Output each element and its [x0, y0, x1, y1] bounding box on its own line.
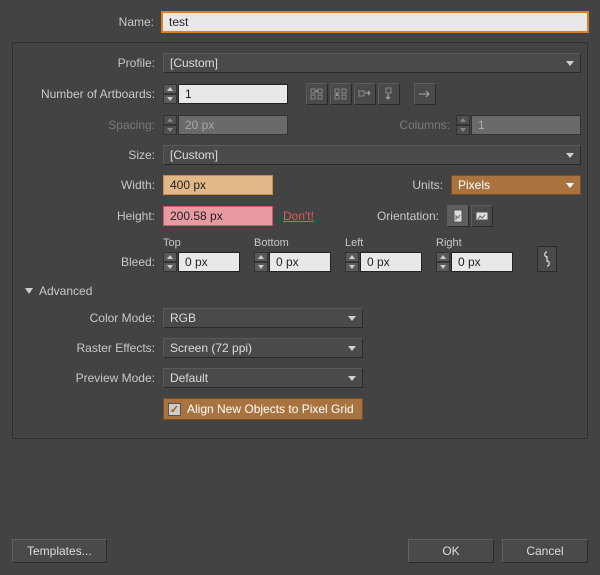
artboards-stepper[interactable]: [163, 84, 177, 104]
bleed-top-label: Top: [163, 237, 240, 249]
arrow-right-icon[interactable]: [414, 83, 436, 105]
units-label: Units:: [412, 178, 451, 192]
raster-value: Screen (72 ppi): [170, 341, 252, 355]
width-input[interactable]: [163, 175, 273, 195]
color-mode-label: Color Mode:: [13, 311, 163, 325]
raster-label: Raster Effects:: [13, 341, 163, 355]
units-dropdown[interactable]: Pixels: [451, 175, 581, 195]
check-icon: ✓: [168, 403, 181, 416]
templates-button[interactable]: Templates...: [12, 539, 107, 563]
bleed-label: Bleed:: [13, 255, 163, 272]
artboards-label: Number of Artboards:: [13, 87, 163, 101]
bleed-top-input[interactable]: [178, 252, 240, 272]
name-label: Name:: [12, 15, 162, 29]
grid-by-col-icon[interactable]: [330, 83, 352, 105]
profile-value: [Custom]: [170, 56, 218, 70]
preview-label: Preview Mode:: [13, 371, 163, 385]
spacing-stepper: [163, 115, 177, 135]
align-pixel-grid-label: Align New Objects to Pixel Grid: [187, 402, 354, 416]
units-value: Pixels: [458, 178, 490, 192]
name-input[interactable]: [162, 12, 588, 32]
raster-dropdown[interactable]: Screen (72 ppi): [163, 338, 363, 358]
align-pixel-grid-checkbox[interactable]: ✓ Align New Objects to Pixel Grid: [163, 398, 363, 420]
bleed-left-label: Left: [345, 237, 422, 249]
preview-dropdown[interactable]: Default: [163, 368, 363, 388]
advanced-toggle-icon[interactable]: [25, 288, 33, 294]
cancel-button[interactable]: Cancel: [502, 539, 588, 563]
width-label: Width:: [13, 178, 163, 192]
profile-dropdown[interactable]: [Custom]: [163, 53, 581, 73]
preview-value: Default: [170, 371, 208, 385]
columns-input: [471, 115, 581, 135]
spacing-input: [178, 115, 288, 135]
spacing-label: Spacing:: [13, 118, 163, 132]
size-value: [Custom]: [170, 148, 218, 162]
columns-stepper: [456, 115, 470, 135]
ok-button[interactable]: OK: [408, 539, 494, 563]
height-input[interactable]: [163, 206, 273, 226]
bleed-left-stepper[interactable]: [345, 252, 359, 272]
bleed-bottom-stepper[interactable]: [254, 252, 268, 272]
artboards-input[interactable]: [178, 84, 288, 104]
bleed-left-input[interactable]: [360, 252, 422, 272]
color-mode-dropdown[interactable]: RGB: [163, 308, 363, 328]
dont-warning: Don't!: [283, 209, 314, 223]
advanced-label[interactable]: Advanced: [39, 284, 92, 298]
color-mode-value: RGB: [170, 311, 196, 325]
arrange-down-icon[interactable]: [378, 83, 400, 105]
orientation-portrait-icon[interactable]: [447, 205, 469, 227]
bleed-bottom-label: Bottom: [254, 237, 331, 249]
size-dropdown[interactable]: [Custom]: [163, 145, 581, 165]
grid-by-row-icon[interactable]: [306, 83, 328, 105]
bleed-top-stepper[interactable]: [163, 252, 177, 272]
orientation-landscape-icon[interactable]: [471, 205, 493, 227]
orientation-label: Orientation:: [377, 209, 447, 223]
size-label: Size:: [13, 148, 163, 162]
bleed-bottom-input[interactable]: [269, 252, 331, 272]
link-bleed-icon[interactable]: [537, 246, 557, 272]
columns-label: Columns:: [399, 118, 456, 132]
bleed-right-input[interactable]: [451, 252, 513, 272]
profile-label: Profile:: [13, 56, 163, 70]
bleed-right-label: Right: [436, 237, 513, 249]
height-label: Height:: [13, 209, 163, 223]
bleed-right-stepper[interactable]: [436, 252, 450, 272]
arrange-right-icon[interactable]: [354, 83, 376, 105]
